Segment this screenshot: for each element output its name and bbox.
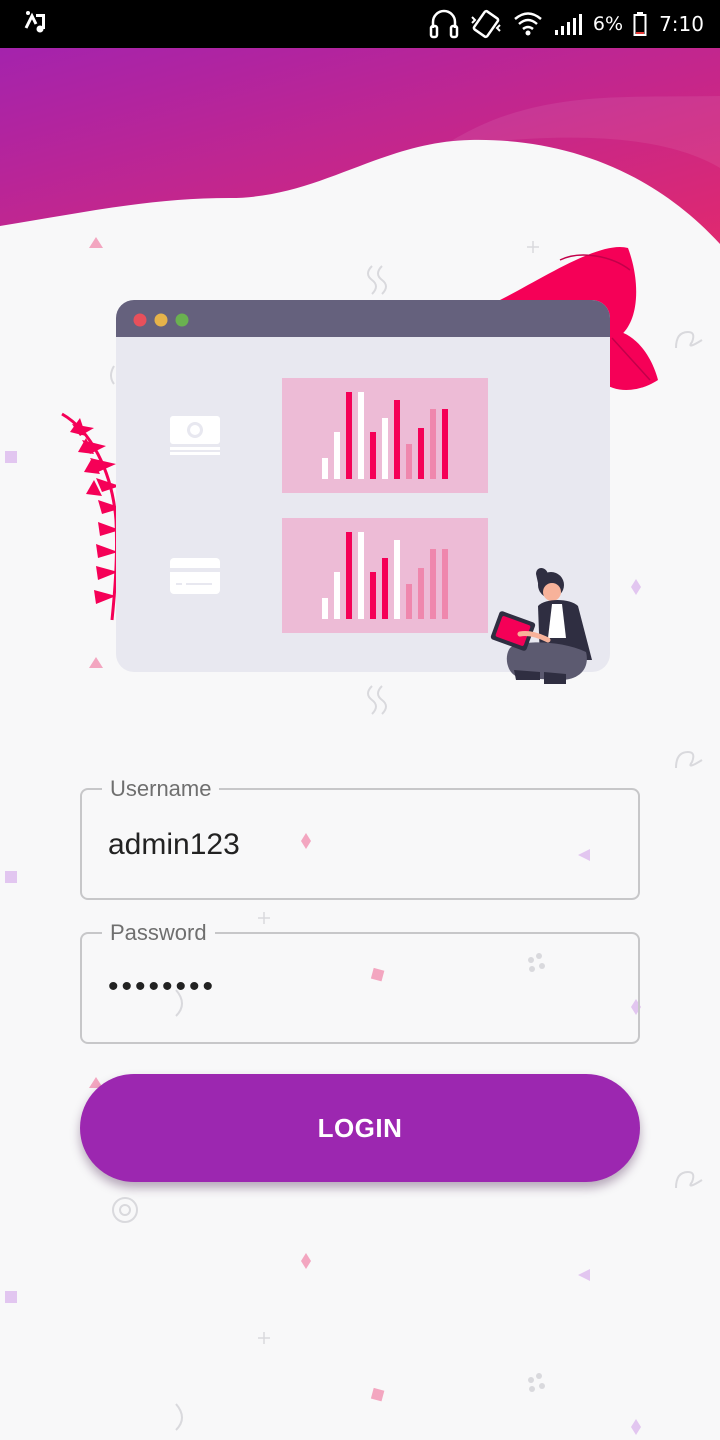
status-bar: 6% 7:10 (0, 0, 720, 48)
wifi-icon (513, 10, 543, 38)
password-field[interactable]: Password •••••••• (80, 918, 640, 1044)
signal-icon (553, 12, 583, 36)
login-button[interactable]: LOGIN (80, 1074, 640, 1182)
battery-percent: 6% (592, 13, 624, 35)
username-label: Username (102, 774, 220, 804)
bar-chart-panel-2 (282, 518, 488, 633)
credit-card-icon (170, 558, 220, 594)
password-label: Password (102, 918, 215, 948)
battery-icon (633, 11, 647, 37)
money-icon (170, 416, 220, 455)
bar-chart-panel-1 (282, 378, 488, 493)
headset-icon (429, 8, 459, 40)
vibrate-icon (469, 9, 503, 39)
fern-decoration (61, 412, 122, 621)
username-field[interactable]: Username admin123 (80, 774, 640, 900)
username-input[interactable]: admin123 (108, 828, 588, 862)
dashboard-illustration (61, 246, 658, 684)
clock: 7:10 (659, 12, 704, 36)
music-notification-icon (22, 10, 48, 39)
header-wave (0, 48, 720, 244)
password-input[interactable]: •••••••• (108, 970, 588, 1004)
